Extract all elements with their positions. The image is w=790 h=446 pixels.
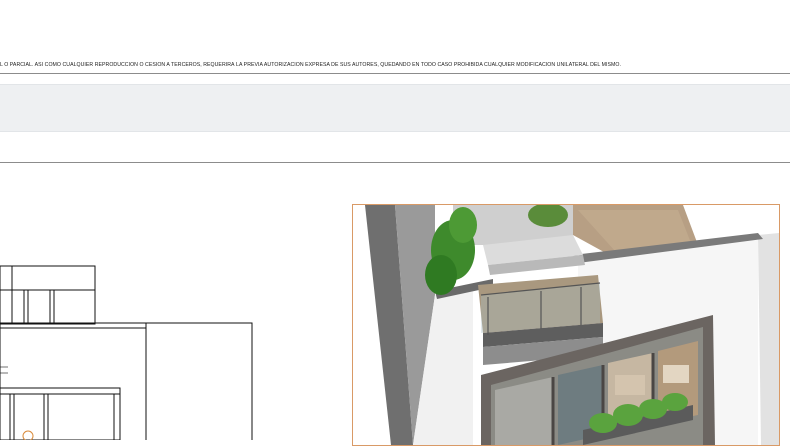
divider-top bbox=[0, 73, 790, 74]
disclaimer-text: L O PARCIAL. ASÍ COMO CUALQUIER REPRODUC… bbox=[0, 62, 621, 68]
elevation-drawing bbox=[0, 265, 253, 440]
header-band bbox=[0, 84, 790, 132]
building-render bbox=[365, 205, 779, 445]
render-image bbox=[352, 204, 780, 446]
divider-bottom bbox=[0, 162, 790, 163]
